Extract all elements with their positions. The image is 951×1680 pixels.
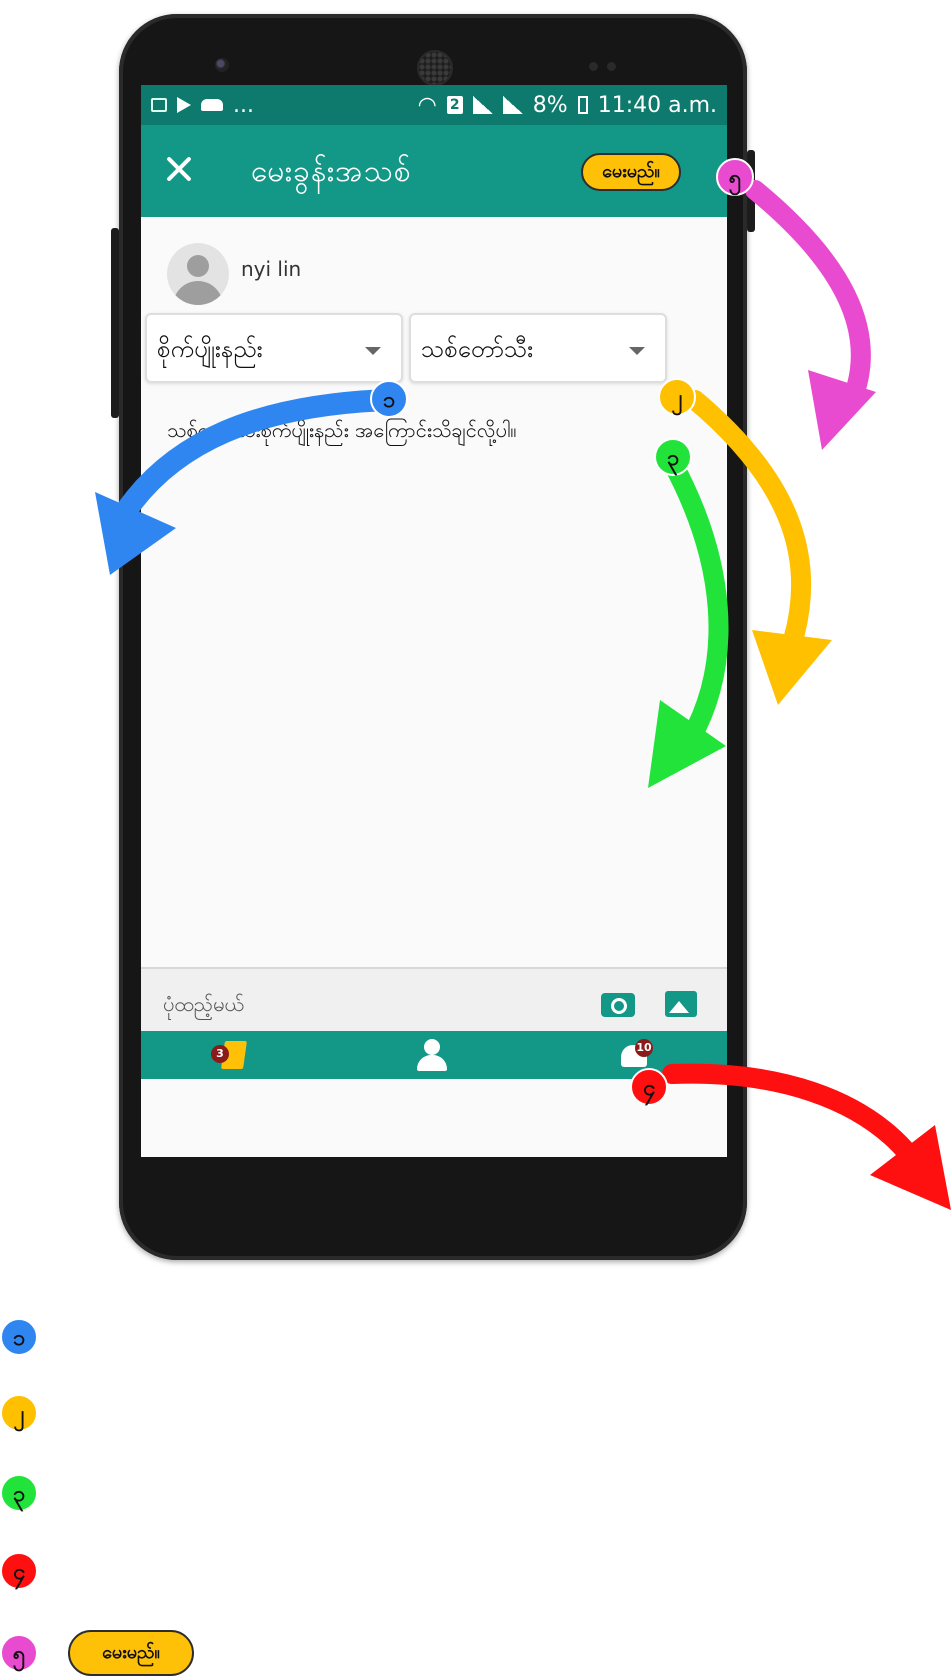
legend-marker-4: ၄ xyxy=(0,1552,38,1590)
phone-side-button xyxy=(111,228,119,418)
person-icon-body xyxy=(417,1055,447,1071)
play-store-icon xyxy=(177,97,191,113)
image-notification-icon xyxy=(151,98,167,112)
app-bar: မေးခွန်းအသစ် မေးမည်။ xyxy=(141,125,727,217)
method-dropdown-label: စိုက်ပျိုးနည်း xyxy=(157,335,263,363)
car-icon xyxy=(201,99,223,111)
clock: 11:40 a.m. xyxy=(597,92,717,118)
marker-2: ၂ xyxy=(658,378,696,416)
gallery-icon[interactable] xyxy=(665,991,697,1017)
sensor-dot xyxy=(607,62,616,71)
add-photo-label: ပုံထည့်မယ် xyxy=(163,992,244,1016)
avatar-shoulders xyxy=(173,281,223,305)
chevron-down-icon xyxy=(365,347,381,355)
marker-1: ၁ xyxy=(370,380,408,418)
question-input[interactable]: သစ်တော်သီးစိုက်ပျိုးနည်း အကြောင်းသိချင်လ… xyxy=(167,417,516,447)
sensor-dot xyxy=(589,62,598,71)
avatar-head xyxy=(187,255,209,277)
front-camera-icon xyxy=(215,58,229,72)
ask-button[interactable]: မေးမည်။ xyxy=(581,153,681,191)
nav-notifications[interactable]: 10 xyxy=(615,1039,659,1071)
signal-icon xyxy=(502,96,523,114)
sim-badge: 2 xyxy=(446,96,463,114)
legend-marker-1: ၁ xyxy=(0,1318,38,1356)
method-dropdown[interactable]: စိုက်ပျိုးနည်း xyxy=(145,313,403,383)
notifications-count-badge: 10 xyxy=(635,1039,653,1057)
crop-dropdown[interactable]: သစ်တော်သီး xyxy=(409,313,667,383)
questions-count-badge: 3 xyxy=(211,1045,229,1063)
marker-3: ၃ xyxy=(654,438,692,476)
yellow-arrowhead xyxy=(752,630,832,705)
battery-percent: 8% xyxy=(532,92,568,118)
avatar xyxy=(167,243,229,305)
magenta-arrowhead xyxy=(808,370,876,450)
phone-power-button xyxy=(747,150,755,232)
camera-icon[interactable] xyxy=(601,993,635,1017)
page-title: မေးခွန်းအသစ် xyxy=(251,154,412,189)
close-icon[interactable] xyxy=(165,155,193,183)
legend-ask-button: မေးမည်။ xyxy=(68,1630,194,1676)
wifi-icon: ◠ xyxy=(417,92,437,118)
legend-marker-2: ၂ xyxy=(0,1394,38,1432)
chevron-down-icon xyxy=(629,347,645,355)
marker-4: ၄ xyxy=(630,1068,668,1106)
magenta-arrow xyxy=(745,180,871,410)
app-screen: ... ◠ 2 8% 11:40 a.m. မေးခွန်းအသစ် မေးမည… xyxy=(141,85,727,1157)
nav-profile[interactable] xyxy=(411,1039,455,1071)
legend-marker-5: ၅ xyxy=(0,1634,38,1672)
attachment-bar: ပုံထည့်မယ် xyxy=(141,967,727,1031)
legend-marker-3: ၃ xyxy=(0,1474,38,1512)
status-bar: ... ◠ 2 8% 11:40 a.m. xyxy=(141,85,727,125)
crop-dropdown-label: သစ်တော်သီး xyxy=(421,335,534,363)
battery-icon xyxy=(577,96,588,114)
status-overflow: ... xyxy=(233,92,254,118)
marker-5: ၅ xyxy=(716,158,754,196)
user-name: nyi lin xyxy=(241,257,302,281)
red-arrowhead xyxy=(870,1125,951,1210)
person-icon xyxy=(424,1039,440,1055)
signal-icon xyxy=(472,96,493,114)
earpiece-speaker xyxy=(417,50,453,86)
nav-questions[interactable]: 3 xyxy=(211,1039,255,1071)
